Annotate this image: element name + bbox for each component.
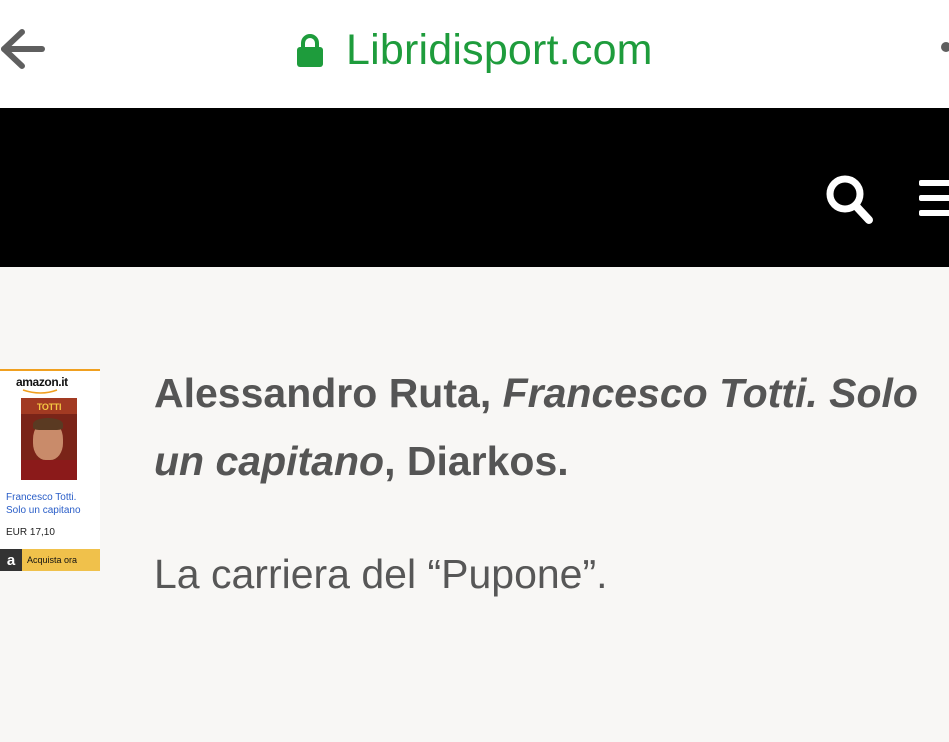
buy-now-label: Acquista ora xyxy=(27,555,78,565)
amazon-smile-icon xyxy=(22,389,58,394)
address-bar[interactable]: Libridisport.com xyxy=(296,22,653,78)
url-text[interactable]: Libridisport.com xyxy=(346,26,653,75)
publisher: Diarkos. xyxy=(406,438,569,484)
kebab-icon[interactable] xyxy=(938,38,949,58)
site-header xyxy=(0,108,949,267)
amazon-logo: amazon.it xyxy=(16,375,68,389)
article-content: amazon.it TOTTI Francesco Totti. Solo un… xyxy=(0,267,949,742)
book-title: Francesco Totti. Solo xyxy=(502,370,918,416)
book-title-cont: un capitano xyxy=(154,438,385,484)
book-description: La carriera del “Pupone”. xyxy=(154,551,608,597)
search-icon[interactable] xyxy=(824,172,876,228)
amazon-ad[interactable]: amazon.it TOTTI Francesco Totti. Solo un… xyxy=(0,369,100,571)
arrow-left-icon[interactable] xyxy=(0,26,46,72)
book-cover[interactable]: TOTTI xyxy=(21,398,77,480)
ad-price: EUR 17,10 xyxy=(6,527,55,538)
browser-url-bar: Libridisport.com xyxy=(0,0,949,108)
lock-icon xyxy=(297,34,323,67)
cover-title: TOTTI xyxy=(36,402,62,412)
book-headline: Alessandro Ruta, Francesco Totti. Solo un… xyxy=(154,370,918,484)
hamburger-icon[interactable] xyxy=(916,178,949,222)
buy-now-button[interactable]: a Acquista ora xyxy=(0,549,100,571)
author: Alessandro Ruta xyxy=(154,370,480,416)
ad-book-title[interactable]: Francesco Totti. Solo un capitano xyxy=(6,491,98,517)
amazon-a-icon: a xyxy=(0,549,22,571)
